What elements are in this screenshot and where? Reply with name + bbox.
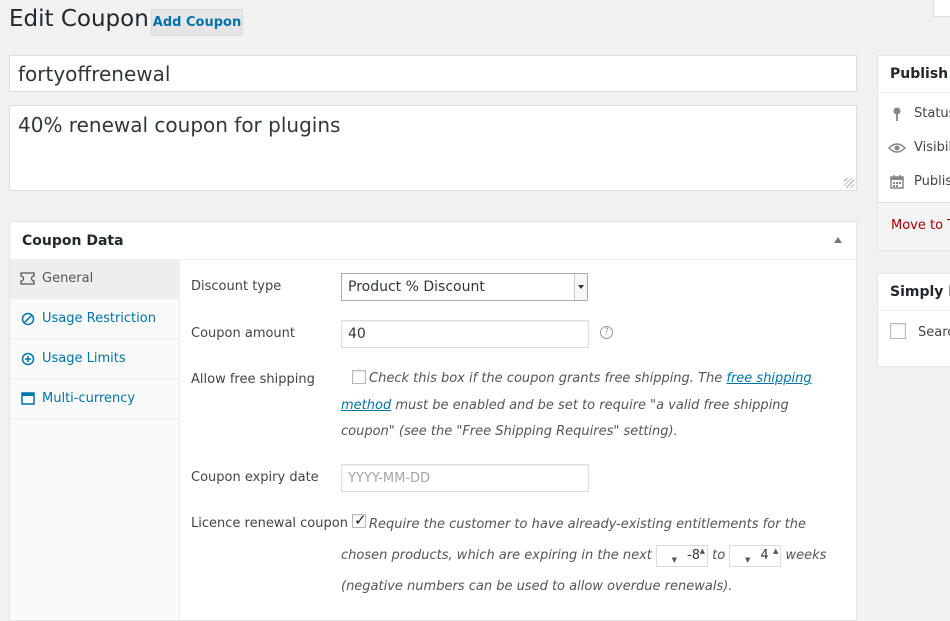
add-coupon-button[interactable]: Add Coupon xyxy=(151,9,243,36)
status-row: Status xyxy=(888,106,950,121)
discount-type-select[interactable]: Product % Discount xyxy=(341,273,588,301)
expiry-date-label: Coupon expiry date xyxy=(191,470,319,485)
tab-multi-currency[interactable]: Multi-currency xyxy=(10,379,179,419)
tab-label: Usage Limits xyxy=(42,351,126,366)
free-shipping-description: Check this box if the coupon grants free… xyxy=(341,366,841,446)
free-shipping-desc-after: must be enabled and be set to require "a… xyxy=(341,397,789,440)
visibility-row: Visibili xyxy=(888,140,950,155)
weeks-from-input[interactable]: -8 ▲ ▼ xyxy=(656,544,708,567)
dropdown-arrow-icon xyxy=(574,274,587,300)
screen-options-tab[interactable] xyxy=(933,0,950,17)
eye-icon xyxy=(888,142,906,154)
simply-checkbox-label: Searc xyxy=(918,325,950,340)
help-tip-icon[interactable]: ? xyxy=(600,326,613,339)
coupon-description-text: 40% renewal coupon for plugins xyxy=(18,113,341,137)
coupon-data-tabs: General Usage Restriction Usage Limits M… xyxy=(10,259,180,619)
free-shipping-desc-before: Check this box if the coupon grants free… xyxy=(369,371,727,386)
coupon-amount-input[interactable]: 40 xyxy=(341,320,589,348)
tab-label: Multi-currency xyxy=(42,391,136,406)
coupon-data-header[interactable]: Coupon Data xyxy=(10,222,856,260)
tab-usage-restriction[interactable]: Usage Restriction xyxy=(10,299,179,339)
collapse-arrow-icon[interactable] xyxy=(834,237,842,243)
tab-label: General xyxy=(42,271,94,286)
licence-renewal-label: Licence renewal coupon xyxy=(191,516,348,531)
tab-general[interactable]: General xyxy=(10,259,179,299)
licence-renewal-description: Require the customer to have already-exi… xyxy=(341,509,841,602)
publish-box: Publish Status Visibili Publis Move to T xyxy=(877,55,950,251)
publish-date-row: Publis xyxy=(888,174,950,189)
status-label: Status xyxy=(914,106,950,121)
discount-type-label: Discount type xyxy=(191,279,282,294)
calendar-icon xyxy=(888,174,906,189)
publish-title: Publish xyxy=(878,56,950,93)
page-title: Edit Coupon xyxy=(9,6,149,32)
ban-icon xyxy=(20,311,35,326)
spinner-arrows-icon[interactable]: ▲ ▼ xyxy=(672,547,705,565)
ticket-icon xyxy=(20,271,35,286)
coupon-description-textarea[interactable]: 40% renewal coupon for plugins xyxy=(9,105,857,191)
coupon-code-input[interactable]: fortyoffrenewal xyxy=(9,55,857,92)
publish-date-label: Publis xyxy=(914,174,950,189)
simply-checkbox[interactable] xyxy=(890,323,906,339)
free-shipping-label: Allow free shipping xyxy=(191,372,315,387)
simply-box: Simply Ex Searc xyxy=(877,273,950,367)
tab-usage-limits[interactable]: Usage Limits xyxy=(10,339,179,379)
expiry-date-input[interactable]: YYYY-MM-DD xyxy=(341,464,589,492)
coupon-data-title: Coupon Data xyxy=(22,232,124,249)
resize-handle[interactable] xyxy=(844,178,854,188)
plus-circle-icon xyxy=(20,351,35,366)
coupon-amount-label: Coupon amount xyxy=(191,326,296,341)
spinner-arrows-icon[interactable]: ▲ ▼ xyxy=(745,547,778,565)
pin-icon xyxy=(888,107,906,121)
simply-title: Simply Ex xyxy=(878,274,950,311)
weeks-to-input[interactable]: 4 ▲ ▼ xyxy=(729,544,782,567)
move-to-trash-link[interactable]: Move to T xyxy=(891,218,950,233)
discount-type-value: Product % Discount xyxy=(348,279,485,295)
visibility-label: Visibili xyxy=(914,140,950,155)
tab-label: Usage Restriction xyxy=(42,311,156,326)
window-icon xyxy=(20,391,35,406)
licence-desc-to: to xyxy=(708,548,730,563)
coupon-data-box: Coupon Data General Usage Restriction Us… xyxy=(9,221,857,621)
